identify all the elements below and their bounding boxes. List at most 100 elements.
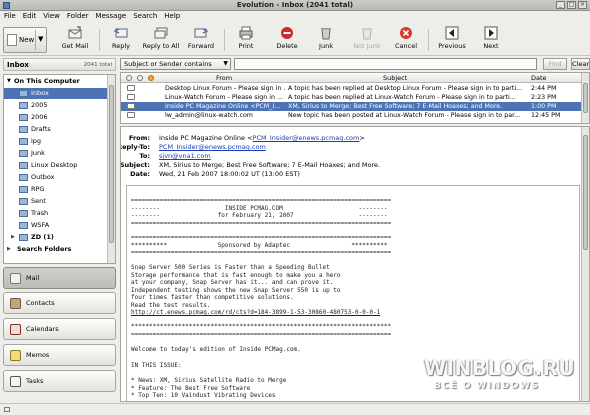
next-button[interactable]: Next bbox=[478, 26, 504, 54]
folder-label: Search Folders bbox=[17, 245, 72, 253]
switcher-memos[interactable]: Memos bbox=[3, 344, 116, 366]
folder-item-zd[interactable]: ▶ ZD (1) bbox=[4, 232, 108, 243]
header-value: Wed, 21 Feb 2007 18:00:02 UT (13:00 EST) bbox=[159, 170, 300, 178]
scrollbar-thumb[interactable] bbox=[583, 135, 588, 250]
switcher-tasks[interactable]: Tasks bbox=[3, 370, 116, 392]
column-from[interactable]: From bbox=[216, 74, 232, 82]
folder-item-2005[interactable]: 2005 bbox=[4, 100, 108, 111]
message-row-selected[interactable]: Inside PC Magazine Online <PCM_I... XM, … bbox=[121, 102, 581, 111]
body-line: * News: XM, Sirius Satellite Radio to Me… bbox=[131, 377, 287, 384]
online-status-icon[interactable] bbox=[4, 407, 10, 412]
search-scope-select[interactable]: Subject or Sender contains ▼ bbox=[120, 58, 231, 70]
folder-item-search-folders[interactable]: ▶ Search Folders bbox=[4, 244, 94, 255]
scrollbar-thumb[interactable] bbox=[583, 83, 588, 113]
menu-view[interactable]: View bbox=[43, 11, 60, 22]
folder-item-outbox[interactable]: Outbox bbox=[4, 172, 108, 183]
folder-item-junk[interactable]: Junk bbox=[4, 148, 108, 159]
message-row[interactable]: Desktop Linux Forum - Please sign in ...… bbox=[121, 84, 581, 93]
current-folder-count: 2041 total bbox=[83, 62, 112, 68]
body-line: ========================================… bbox=[131, 197, 392, 204]
folder-label: ZD (1) bbox=[31, 233, 54, 241]
menu-search[interactable]: Search bbox=[133, 11, 157, 22]
cancel-icon bbox=[399, 26, 413, 40]
header-value: Inside PC Magazine Online <PCM_Insider@e… bbox=[159, 134, 365, 143]
header-label: Date: bbox=[130, 170, 150, 178]
sender-name: Inside PC Magazine Online < bbox=[159, 134, 253, 142]
menu-help[interactable]: Help bbox=[164, 11, 180, 22]
forward-icon bbox=[194, 26, 209, 40]
folder-label: Outbox bbox=[31, 173, 55, 181]
previous-button[interactable]: Previous bbox=[436, 26, 468, 54]
folder-item-linux-desktop[interactable]: Linux Desktop bbox=[4, 160, 108, 171]
message-row[interactable]: Linux-Watch Forum - Please sign in ... A… bbox=[121, 93, 581, 102]
folder-icon bbox=[19, 126, 28, 133]
message-list-scrollbar[interactable] bbox=[581, 73, 589, 123]
cancel-button[interactable]: Cancel bbox=[393, 26, 419, 54]
folder-icon bbox=[19, 234, 28, 241]
flag-column-icon[interactable] bbox=[148, 75, 154, 81]
cancel-label: Cancel bbox=[394, 42, 418, 50]
switcher-mail[interactable]: Mail bbox=[3, 267, 116, 289]
print-button[interactable]: Print bbox=[234, 26, 258, 54]
chevron-down-icon[interactable]: ▼ bbox=[38, 35, 43, 43]
scrollbar-thumb[interactable] bbox=[109, 85, 114, 243]
reply-button[interactable]: Reply bbox=[106, 26, 136, 54]
reply-label: Reply bbox=[111, 42, 130, 50]
junk-button[interactable]: Junk bbox=[314, 26, 338, 54]
not-junk-button[interactable]: Not Junk bbox=[352, 26, 382, 54]
folder-tree[interactable]: ▼ On This Computer Inbox 2005 2006 Draft… bbox=[3, 74, 116, 264]
menu-file[interactable]: File bbox=[4, 11, 16, 22]
folder-scrollbar[interactable] bbox=[107, 75, 115, 263]
message-date: 12:45 PM bbox=[531, 112, 561, 119]
message-row[interactable]: lw_admin@linux-watch.com New topic has b… bbox=[121, 111, 581, 120]
chevron-down-icon: ▼ bbox=[223, 60, 228, 67]
sidebar: Inbox 2041 total ▼ On This Computer Inbo… bbox=[1, 57, 117, 402]
previous-label: Previous bbox=[438, 42, 466, 50]
menu-edit[interactable]: Edit bbox=[23, 11, 37, 22]
folder-item-trash[interactable]: Trash bbox=[4, 208, 108, 219]
recipient-link[interactable]: sjvn@vna1.com bbox=[159, 152, 211, 161]
folder-item-2006[interactable]: 2006 bbox=[4, 112, 108, 123]
body-line: ****************************************… bbox=[131, 323, 392, 330]
switcher-calendars[interactable]: Calendars bbox=[3, 318, 116, 340]
folder-item-sent[interactable]: Sent bbox=[4, 196, 108, 207]
folder-item-drafts[interactable]: Drafts bbox=[4, 124, 108, 135]
delete-button[interactable]: Delete bbox=[274, 26, 300, 54]
switcher-contacts[interactable]: Contacts bbox=[3, 292, 116, 314]
close-icon[interactable]: × bbox=[578, 1, 587, 9]
sender-email-link[interactable]: PCM_Insider@enews.pcmag.com bbox=[253, 134, 360, 142]
body-line: Independent testing shows the new Snap S… bbox=[131, 286, 341, 294]
maximize-icon[interactable]: □ bbox=[567, 1, 576, 9]
body-line: ========================================… bbox=[131, 249, 392, 256]
toolbar-divider bbox=[224, 29, 225, 51]
menu-message[interactable]: Message bbox=[96, 11, 127, 22]
folder-item-rpg[interactable]: RPG bbox=[4, 184, 108, 195]
minimize-icon[interactable]: _ bbox=[556, 1, 565, 9]
expander-icon[interactable]: ▼ bbox=[7, 78, 11, 84]
watermark-title: WINBLOG.RU bbox=[424, 356, 576, 380]
message-list[interactable]: From Subject Date Desktop Linux Forum - … bbox=[120, 72, 590, 124]
forward-button[interactable]: Forward bbox=[186, 26, 216, 54]
search-input[interactable] bbox=[234, 58, 537, 70]
body-line: * Top Ten: 10 Vaindust Vibrating Devices bbox=[131, 392, 276, 399]
expander-icon[interactable]: ▶ bbox=[11, 234, 15, 240]
clear-button[interactable]: Clear bbox=[571, 58, 590, 70]
column-date[interactable]: Date bbox=[531, 74, 547, 82]
body-line: -------- for February 21, 2007 -------- bbox=[131, 212, 388, 219]
folder-item-inbox[interactable]: Inbox bbox=[4, 88, 108, 99]
find-now-button[interactable]: Find Now bbox=[543, 58, 567, 78]
reply-to-link[interactable]: PCM_Insider@enews.pcmag.com bbox=[159, 143, 266, 152]
sponsor-link[interactable]: http://ct.enews.pcmag.com/rd/cts?d=184-3… bbox=[131, 309, 380, 316]
menu-folder[interactable]: Folder bbox=[67, 11, 89, 22]
reply-all-button[interactable]: Reply to All bbox=[142, 26, 180, 54]
folder-section-title: On This Computer bbox=[14, 77, 80, 85]
folder-item-wsfa[interactable]: WSFA bbox=[4, 220, 108, 231]
folder-icon bbox=[19, 102, 28, 109]
expander-icon[interactable]: ▶ bbox=[7, 246, 11, 252]
get-mail-button[interactable]: Get Mail bbox=[58, 26, 92, 54]
column-subject[interactable]: Subject bbox=[383, 74, 407, 82]
attachment-column-icon[interactable] bbox=[137, 75, 143, 81]
new-button[interactable]: New ▼ bbox=[3, 27, 47, 53]
status-column-icon[interactable] bbox=[126, 75, 132, 81]
folder-item-ipg[interactable]: ipg bbox=[4, 136, 108, 147]
